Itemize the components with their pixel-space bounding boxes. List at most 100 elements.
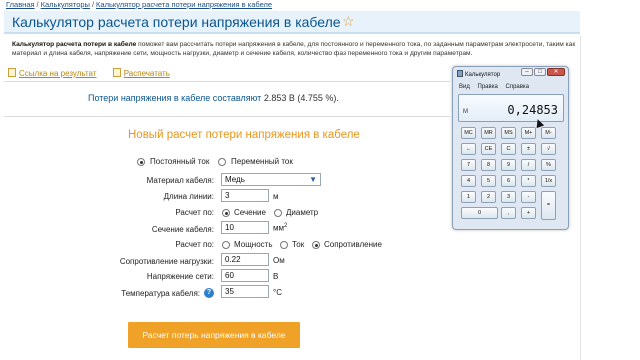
length-label: Длина линии: [163, 192, 214, 201]
breadcrumb-current[interactable]: Калькулятор расчета потери напряжения в … [96, 0, 272, 9]
section-label: Сечение кабеля: [151, 225, 214, 234]
maximize-button[interactable]: □ [534, 68, 546, 76]
key-3[interactable]: 3 [501, 191, 516, 203]
result-text: Потери напряжения в кабеле составляют 2.… [88, 93, 339, 103]
key-mr[interactable]: MR [481, 127, 496, 139]
result-links: Ссылка на результат Распечатать [8, 68, 184, 78]
voltage-label: Напряжение сети: [146, 272, 214, 281]
display-value: 0,24853 [507, 103, 558, 117]
temperature-input[interactable] [221, 285, 269, 298]
material-value: Медь [225, 175, 245, 184]
calculator-title: Калькулятор [457, 70, 500, 78]
radio-ac-current[interactable] [218, 158, 226, 166]
minimize-button[interactable]: ‒ [521, 68, 533, 76]
breadcrumb: Главная / Калькуляторы / Калькулятор расчета… [6, 0, 272, 9]
title-bar: Калькулятор расчета потери напряжения в … [4, 11, 580, 34]
memory-indicator: M [463, 109, 468, 115]
menu-view[interactable]: Вид [459, 84, 470, 90]
key-percent[interactable]: % [541, 159, 556, 171]
key-0[interactable]: 0 [461, 207, 498, 219]
key-plus[interactable]: + [521, 207, 536, 219]
breadcrumb-calculators[interactable]: Калькуляторы [41, 0, 90, 9]
question-icon[interactable]: ? [204, 288, 214, 298]
calculator-display: M 0,24853 [458, 94, 564, 122]
temperature-label: Температура кабеля: [121, 289, 200, 298]
result-value: 2.853 В (4.755 %). [263, 93, 339, 103]
menu-help[interactable]: Справка [505, 84, 529, 90]
key-reciprocal[interactable]: 1/x [541, 175, 556, 187]
material-select[interactable]: Медь ▼ [221, 173, 321, 186]
section-unit: мм2 [273, 223, 288, 233]
key-5[interactable]: 5 [481, 175, 496, 187]
radio-current[interactable] [280, 241, 288, 249]
key-divide[interactable]: / [521, 159, 536, 171]
calculate-button[interactable]: Расчет потерь напряжения в кабеле [128, 322, 300, 348]
close-button[interactable]: ✕ [547, 68, 565, 76]
key-ce[interactable]: CE [481, 143, 496, 155]
calc-by2-label: Расчет по: [175, 240, 214, 249]
chevron-down-icon: ▼ [309, 175, 317, 184]
key-4[interactable]: 4 [461, 175, 476, 187]
result-label: Потери напряжения в кабеле составляют [88, 93, 262, 103]
radio-section-label: Сечение [234, 208, 266, 217]
page-title: Калькулятор расчета потери напряжения в … [12, 14, 341, 30]
key-6[interactable]: 6 [501, 175, 516, 187]
key-7[interactable]: 7 [461, 159, 476, 171]
voltage-input[interactable] [221, 269, 269, 282]
key-m-minus[interactable]: M- [541, 127, 556, 139]
breadcrumb-separator: / [36, 0, 39, 9]
key-sqrt[interactable]: √ [541, 143, 556, 155]
favorite-star-icon[interactable]: ☆ [342, 13, 355, 30]
print-icon [112, 68, 121, 77]
key-plus-minus[interactable]: ± [521, 143, 536, 155]
breadcrumb-home[interactable]: Главная [6, 0, 35, 9]
key-minus[interactable]: - [521, 191, 536, 203]
description-bold: Калькулятор расчета потери в кабеле [12, 41, 137, 48]
print-link[interactable]: Распечатать [124, 69, 170, 78]
length-input[interactable] [221, 189, 269, 202]
key-9[interactable]: 9 [501, 159, 516, 171]
divider [4, 116, 450, 117]
material-label: Материал кабеля: [146, 176, 214, 185]
length-unit: м [273, 192, 279, 201]
breadcrumb-separator: / [91, 0, 95, 9]
key-1[interactable]: 1 [461, 191, 476, 203]
key-2[interactable]: 2 [481, 191, 496, 203]
radio-dc-current[interactable] [137, 158, 145, 166]
radio-resistance[interactable] [312, 241, 320, 249]
calculator-icon [457, 70, 463, 77]
radio-diameter-label: Диаметр [286, 208, 319, 217]
link-icon [8, 68, 16, 77]
window-controls: ‒ □ ✕ [521, 68, 565, 76]
key-decimal[interactable]: , [501, 207, 516, 219]
key-backspace[interactable]: ← [461, 143, 476, 155]
section-input[interactable] [221, 221, 269, 234]
radio-current-label: Ток [292, 240, 305, 249]
menu-edit[interactable]: Правка [478, 84, 498, 90]
link-to-result[interactable]: Ссылка на результат [19, 69, 96, 78]
load-resistance-label: Сопротивление нагрузки: [119, 257, 214, 266]
form-title: Новый расчет потери напряжения в кабеле [128, 129, 360, 141]
calculator-menu: Вид Правка Справка [459, 84, 535, 90]
key-ms[interactable]: MS [501, 127, 516, 139]
load-resistance-input[interactable] [221, 253, 269, 266]
voltage-unit: В [273, 272, 279, 281]
key-c[interactable]: C [501, 143, 516, 155]
radio-section[interactable] [222, 209, 230, 217]
key-8[interactable]: 8 [481, 159, 496, 171]
radio-power[interactable] [222, 241, 230, 249]
divider [4, 81, 450, 82]
key-equals[interactable]: = [541, 191, 556, 220]
radio-diameter[interactable] [274, 209, 282, 217]
radio-dc-label: Постоянный ток [150, 157, 210, 166]
key-multiply[interactable]: * [521, 175, 536, 187]
key-m-plus[interactable]: M+ [521, 127, 536, 139]
radio-power-label: Мощность [234, 240, 273, 249]
key-mc[interactable]: MC [461, 127, 476, 139]
radio-ac-label: Переменный ток [231, 157, 293, 166]
radio-resistance-label: Сопротивление [324, 240, 382, 249]
temperature-unit: °C [273, 288, 282, 297]
calc-by-label: Расчет по: [175, 208, 214, 217]
load-resistance-unit: Ом [273, 256, 285, 265]
calculator-window[interactable]: Калькулятор ‒ □ ✕ Вид Правка Справка M 0… [452, 66, 569, 230]
